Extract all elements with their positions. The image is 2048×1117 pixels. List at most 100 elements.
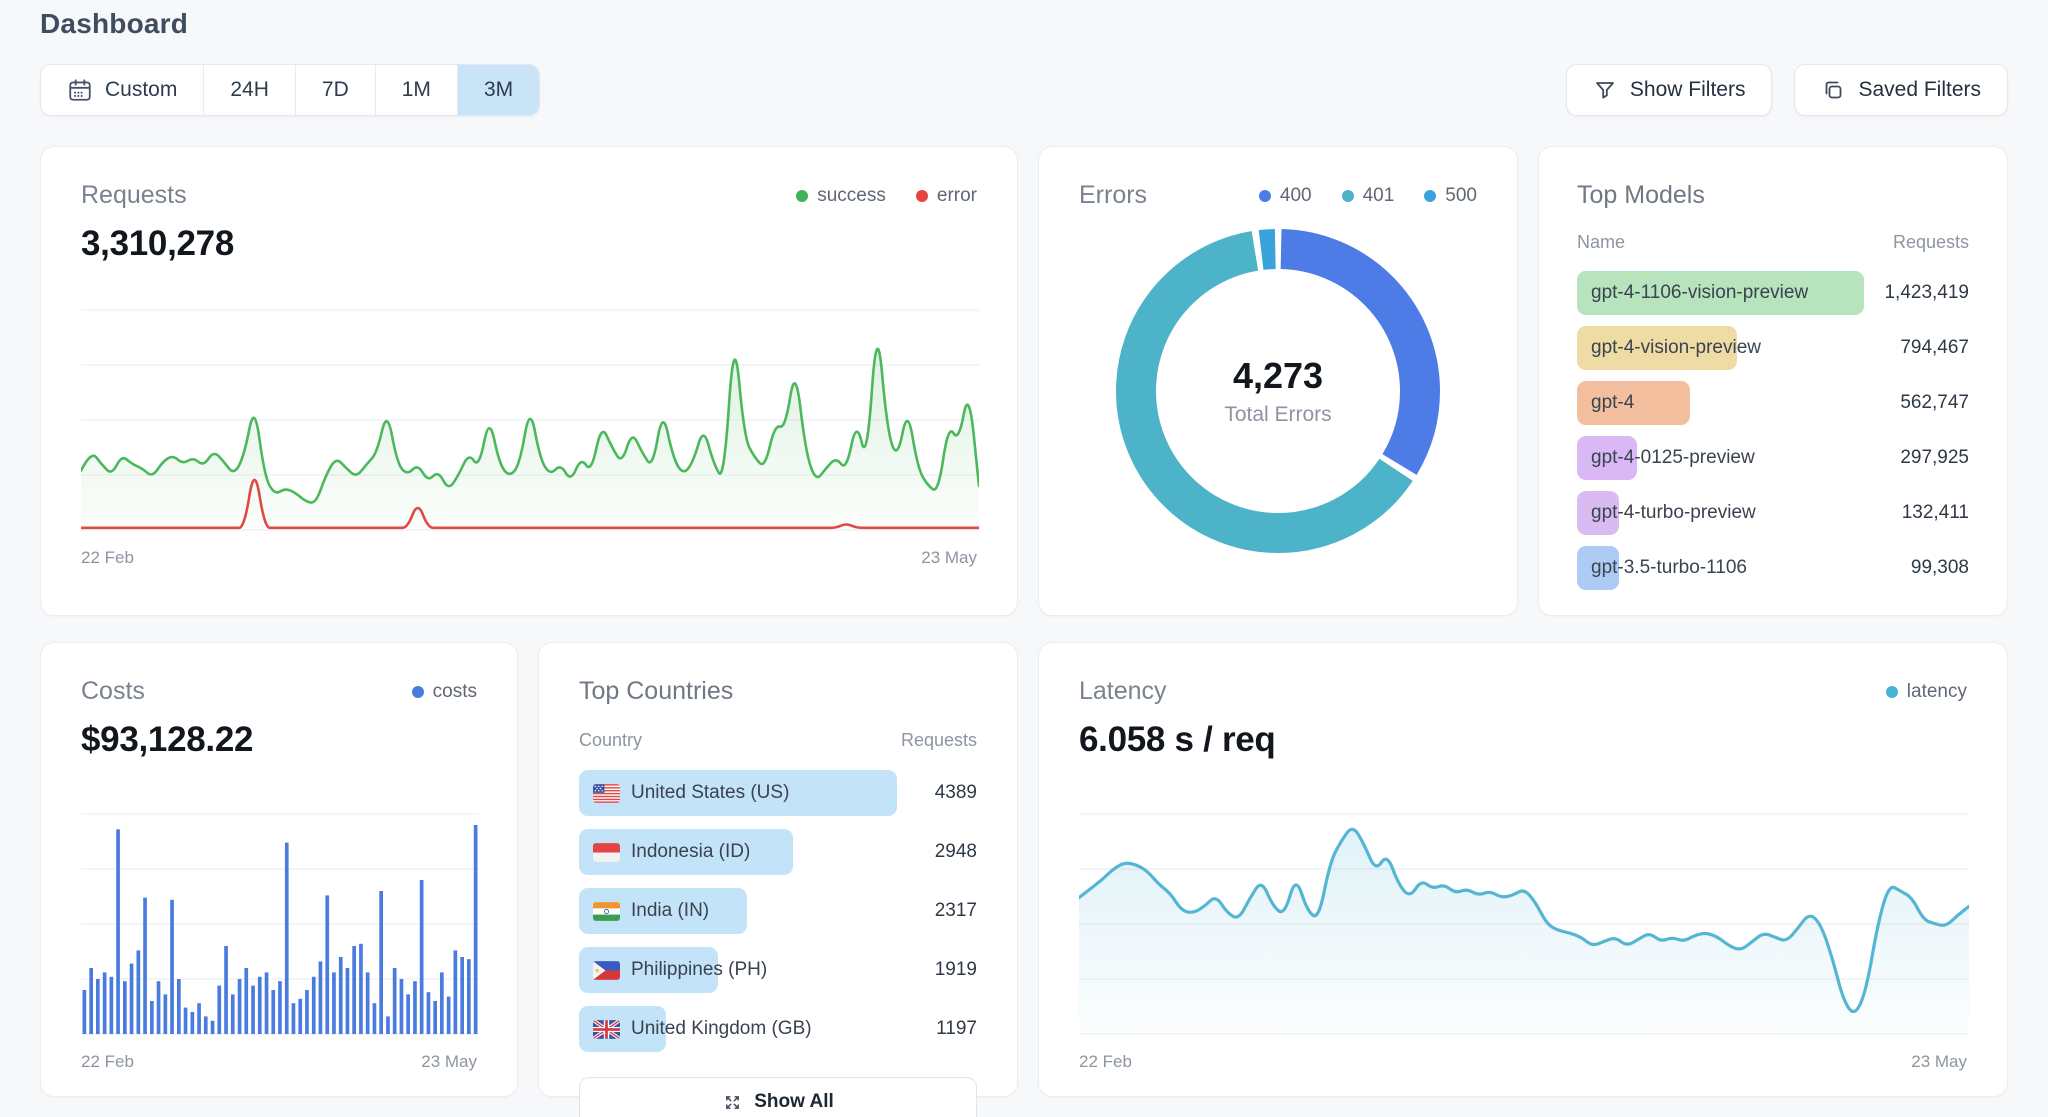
model-name: gpt-4-vision-preview: [1577, 337, 1761, 359]
latency-total: 6.058 s / req: [1079, 720, 1967, 760]
costs-total: $93,128.22: [81, 720, 477, 760]
country-label: United Kingdom (GB): [579, 1018, 812, 1040]
expand-icon: [722, 1092, 743, 1113]
country-name-cell: Philippines (PH): [579, 947, 897, 993]
country-name-cell: United States (US): [579, 770, 897, 816]
country-row: Philippines (PH)1919: [579, 942, 977, 998]
country-name-cell: Indonesia (ID): [579, 829, 897, 875]
cards-row-1: Requests successerror 3,310,278 22 Feb 2…: [40, 146, 2008, 616]
requests-line-chart: [81, 300, 979, 540]
show-filters-label: Show Filters: [1630, 78, 1746, 102]
time-range-3m[interactable]: 3M: [457, 65, 539, 115]
latency-x-axis: 22 Feb 23 May: [1079, 1052, 1967, 1072]
total-errors-value: 4,273: [1224, 355, 1331, 397]
legend-item-400[interactable]: 400: [1259, 185, 1312, 207]
latency-card: Latency latency 6.058 s / req 22 Feb 23 …: [1038, 642, 2008, 1097]
time-range-label: 24H: [230, 78, 269, 102]
saved-filters-label: Saved Filters: [1858, 78, 1981, 102]
show-all-label: Show All: [754, 1091, 834, 1113]
country-name: Indonesia (ID): [631, 841, 750, 863]
saved-filters-button[interactable]: Saved Filters: [1794, 64, 2008, 116]
copy-icon: [1821, 78, 1845, 102]
country-label: United States (US): [579, 782, 789, 804]
total-errors-label: Total Errors: [1224, 403, 1331, 427]
model-requests-value: 794,467: [1864, 337, 1969, 359]
legend-item-500[interactable]: 500: [1424, 185, 1477, 207]
errors-card: Errors 400401500 4,273 Total Errors: [1038, 146, 1518, 616]
costs-x-axis: 22 Feb 23 May: [81, 1052, 477, 1072]
model-name: gpt-3.5-turbo-1106: [1577, 557, 1747, 579]
latency-line-chart: [1079, 804, 1969, 1044]
legend-dot: [1259, 190, 1271, 202]
model-requests-value: 99,308: [1864, 557, 1969, 579]
model-row: gpt-4-0125-preview297,925: [1577, 432, 1969, 484]
flag-icon-id: [593, 843, 620, 862]
flag-icon-in: [593, 902, 620, 921]
country-name: Philippines (PH): [631, 959, 767, 981]
show-all-button[interactable]: Show All: [579, 1077, 977, 1117]
requests-card: Requests successerror 3,310,278 22 Feb 2…: [40, 146, 1018, 616]
legend-dot: [916, 190, 928, 202]
dashboard-page: Dashboard Custom 24H 7D 1M 3M Show Filters S…: [0, 0, 2048, 1097]
funnel-icon: [1593, 78, 1617, 102]
model-name: gpt-4-turbo-preview: [1577, 502, 1756, 524]
model-requests-value: 1,423,419: [1864, 282, 1969, 304]
legend-dot: [1424, 190, 1436, 202]
column-header-name: Name: [1577, 232, 1625, 253]
time-range-control: Custom 24H 7D 1M 3M: [40, 64, 540, 116]
legend-item-401[interactable]: 401: [1342, 185, 1395, 207]
toolbar-filters: Show Filters Saved Filters: [1566, 64, 2008, 116]
model-name: gpt-4-1106-vision-preview: [1577, 282, 1808, 304]
time-range-1m[interactable]: 1M: [375, 65, 457, 115]
legend-item-error[interactable]: error: [916, 185, 977, 207]
model-name-cell: gpt-3.5-turbo-1106: [1577, 546, 1864, 590]
errors-legend: 400 401 500: [1259, 185, 1477, 207]
top-models-card: Top Models Name Requests gpt-4-1106-visi…: [1538, 146, 2008, 616]
country-requests-value: 2317: [897, 900, 977, 922]
top-countries-list: United States (US)4389Indonesia (ID)2948…: [579, 765, 977, 1057]
country-row: United States (US) 4389: [579, 765, 977, 821]
latency-card-title: Latency: [1079, 677, 1167, 706]
time-range-label: 1M: [402, 78, 431, 102]
legend-item-latency[interactable]: latency: [1886, 681, 1967, 703]
legend-item-success[interactable]: success: [796, 185, 886, 207]
calendar-icon: [67, 77, 93, 103]
model-row: gpt-4-1106-vision-preview 1,423,419: [1577, 267, 1969, 319]
country-label: India (IN): [579, 900, 709, 922]
model-row: gpt-4-turbo-preview 132,411: [1577, 487, 1969, 539]
x-axis-end-label: 23 May: [421, 1052, 477, 1072]
legend-item-costs[interactable]: costs: [412, 681, 477, 703]
top-models-columns: Name Requests: [1577, 232, 1969, 253]
toolbar: Custom 24H 7D 1M 3M Show Filters Saved Filte…: [40, 64, 2008, 116]
show-filters-button[interactable]: Show Filters: [1566, 64, 1773, 116]
x-axis-start-label: 22 Feb: [81, 1052, 134, 1072]
errors-donut-wrap: 4,273 Total Errors: [1079, 226, 1477, 556]
country-name-cell: India (IN): [579, 888, 897, 934]
model-name-cell: gpt-4: [1577, 381, 1864, 425]
legend-label: success: [817, 185, 886, 207]
country-name: United States (US): [631, 782, 789, 804]
top-countries-columns: Country Requests: [579, 730, 977, 751]
requests-legend: success error: [796, 185, 977, 207]
legend-label: latency: [1907, 681, 1967, 703]
time-range-custom[interactable]: Custom: [41, 65, 203, 115]
requests-card-title: Requests: [81, 181, 187, 210]
legend-dot: [1342, 190, 1354, 202]
model-requests-value: 562,747: [1864, 392, 1969, 414]
flag-icon-us: [593, 784, 620, 803]
model-requests-value: 132,411: [1864, 502, 1969, 524]
requests-total: 3,310,278: [81, 224, 977, 264]
country-label: Philippines (PH): [579, 959, 767, 981]
model-name-cell: gpt-4-turbo-preview: [1577, 491, 1864, 535]
time-range-7d[interactable]: 7D: [295, 65, 375, 115]
time-range-label: Custom: [105, 78, 177, 102]
time-range-label: 7D: [322, 78, 349, 102]
legend-label: 500: [1445, 185, 1477, 207]
page-title: Dashboard: [40, 8, 2008, 40]
country-requests-value: 4389: [897, 782, 977, 804]
country-name-cell: United Kingdom (GB): [579, 1006, 897, 1052]
legend-dot: [796, 190, 808, 202]
country-name: United Kingdom (GB): [631, 1018, 812, 1040]
time-range-24h[interactable]: 24H: [203, 65, 295, 115]
country-label: Indonesia (ID): [579, 841, 750, 863]
